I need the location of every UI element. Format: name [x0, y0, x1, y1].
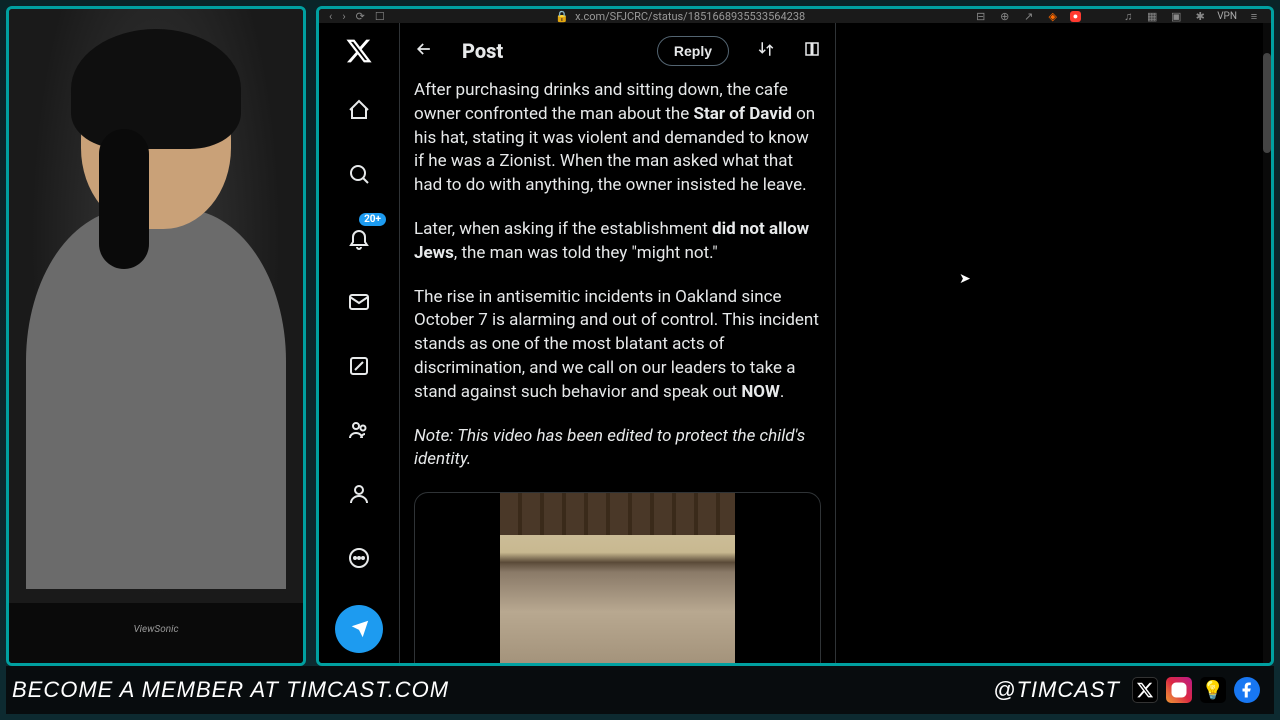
nav-forward-icon[interactable]: ›: [342, 10, 345, 23]
blocker-badge: ●: [1070, 11, 1081, 22]
social-icons: 💡: [1132, 677, 1260, 703]
tab-icon[interactable]: ▣: [1169, 9, 1183, 23]
post-note: Note: This video has been edited to prot…: [414, 425, 821, 473]
post-paragraph: After purchasing drinks and sitting down…: [414, 79, 821, 198]
communities-icon[interactable]: [336, 407, 382, 453]
post-paragraph: The rise in antisemitic incidents in Oak…: [414, 286, 821, 405]
webcam-feed: [9, 9, 303, 663]
profile-icon[interactable]: [336, 471, 382, 517]
more-icon[interactable]: [336, 535, 382, 581]
monitor-brand-label: ViewSonic: [133, 624, 178, 635]
scrollbar-track[interactable]: [1263, 23, 1271, 666]
facebook-icon[interactable]: [1234, 677, 1260, 703]
footer-bar: BECOME A MEMBER AT TIMCAST.COM @TIMCAST …: [6, 666, 1274, 714]
lock-icon: 🔒: [555, 10, 569, 23]
address-bar[interactable]: 🔒 x.com/SFJCRC/status/185166893553356423…: [395, 10, 966, 23]
settings-icon[interactable]: ✱: [1193, 9, 1207, 23]
post-paragraph: Later, when asking if the establishment …: [414, 218, 821, 266]
sort-icon[interactable]: [757, 40, 775, 62]
nav-back-icon[interactable]: ‹: [329, 10, 332, 23]
cta-text: BECOME A MEMBER AT TIMCAST.COM: [12, 677, 449, 703]
grok-icon[interactable]: [336, 343, 382, 389]
browser-window: ‹ › ⟳ ☐ 🔒 x.com/SFJCRC/status/1851668935…: [316, 6, 1274, 666]
post-header: Post Reply: [400, 23, 835, 79]
video-attachment[interactable]: [414, 492, 821, 666]
browser-chrome: ‹ › ⟳ ☐ 🔒 x.com/SFJCRC/status/1851668935…: [319, 9, 1271, 23]
reader-mode-icon[interactable]: [803, 40, 821, 62]
post-text: After purchasing drinks and sitting down…: [400, 79, 835, 492]
page-title: Post: [462, 39, 629, 63]
minds-icon[interactable]: 💡: [1200, 677, 1226, 703]
bookmark-icon[interactable]: ☐: [373, 9, 387, 23]
vpn-label[interactable]: VPN: [1217, 11, 1237, 22]
scrollbar-thumb[interactable]: [1263, 53, 1271, 153]
main-column: Post Reply After purchasing drinks and s…: [399, 23, 836, 666]
notification-badge: 20+: [359, 213, 386, 226]
shield-icon[interactable]: ◈: [1046, 9, 1060, 23]
home-icon[interactable]: [336, 87, 382, 133]
grid-icon[interactable]: ▦: [1145, 9, 1159, 23]
page-content: 20+: [319, 23, 1271, 666]
zoom-icon[interactable]: ⊕: [998, 9, 1012, 23]
notifications-icon[interactable]: 20+: [336, 215, 382, 261]
music-icon[interactable]: ♫: [1121, 9, 1135, 23]
x-sidebar: 20+: [319, 23, 399, 666]
x-logo-icon[interactable]: [345, 37, 373, 69]
share-icon[interactable]: ↗: [1022, 9, 1036, 23]
menu-icon[interactable]: ≡: [1247, 9, 1261, 23]
messages-icon[interactable]: [336, 279, 382, 325]
reload-icon[interactable]: ⟳: [356, 10, 365, 23]
search-icon[interactable]: [336, 151, 382, 197]
reader-icon[interactable]: ⊟: [974, 9, 988, 23]
reply-button[interactable]: Reply: [657, 36, 729, 66]
social-handle: @TIMCAST: [993, 677, 1120, 703]
back-arrow-icon[interactable]: [414, 39, 434, 63]
x-social-icon[interactable]: [1132, 677, 1158, 703]
compose-button[interactable]: [335, 605, 383, 653]
url-text: x.com/SFJCRC/status/1851668935533564238: [575, 10, 805, 23]
webcam-panel: ViewSonic: [6, 6, 306, 666]
instagram-icon[interactable]: [1166, 677, 1192, 703]
